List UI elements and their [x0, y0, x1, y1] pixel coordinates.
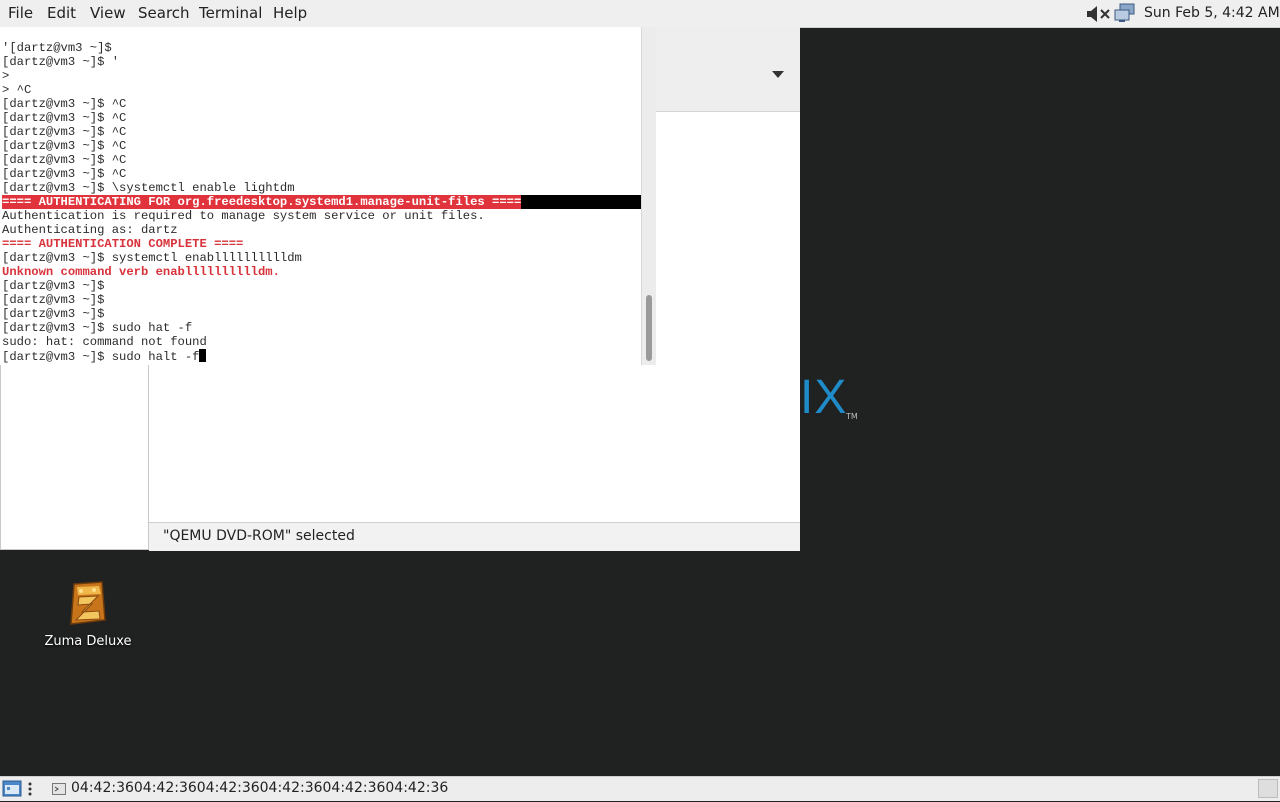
terminal-line: [dartz@vm3 ~]$ ^C	[2, 125, 127, 139]
terminal-cursor	[199, 349, 207, 362]
terminal-scrollbar[interactable]	[641, 27, 656, 365]
terminal-output[interactable]: '[dartz@vm3 ~]$ [dartz@vm3 ~]$ ' > > ^C [dar…	[2, 41, 642, 364]
taskbar-item-label: 04:42:3604:42:3604:42:3604:42:3604:42:36…	[71, 780, 449, 796]
zuma-deluxe-icon	[68, 580, 108, 628]
terminal-line: [dartz@vm3 ~]$ systemctl enablllllllllld…	[2, 251, 302, 265]
menu-search[interactable]: Search	[138, 4, 190, 22]
terminal-line: [dartz@vm3 ~]$	[2, 307, 105, 321]
scrollbar-thumb[interactable]	[646, 295, 652, 361]
terminal-line: [dartz@vm3 ~]$ ^C	[2, 167, 127, 181]
terminal-line: ==== AUTHENTICATING FOR org.freedesktop.…	[2, 195, 642, 209]
terminal-line: [dartz@vm3 ~]$ ^C	[2, 111, 127, 125]
terminal-line: [dartz@vm3 ~]$ ^C	[2, 153, 127, 167]
menu-edit[interactable]: Edit	[47, 4, 76, 22]
system-tray: Sun Feb 5, 4:42 AM	[1080, 0, 1280, 27]
clock[interactable]: Sun Feb 5, 4:42 AM	[1144, 5, 1280, 21]
terminal-line: [dartz@vm3 ~]$ \systemctl enable lightdm	[2, 181, 295, 195]
terminal-line: Authentication is required to manage sys…	[2, 209, 485, 223]
terminal-line-text: [dartz@vm3 ~]$ sudo halt -f	[2, 350, 200, 364]
file-manager-toolbar	[656, 27, 800, 112]
terminal-line: Unknown command verb enablllllllllldm.	[2, 265, 280, 279]
terminal-line: sudo: hat: command not found	[2, 335, 207, 349]
terminal-window[interactable]: '[dartz@vm3 ~]$ [dartz@vm3 ~]$ ' > > ^C [dar…	[0, 27, 656, 365]
show-desktop-icon[interactable]	[2, 779, 22, 798]
wallpaper-trademark: TM	[846, 412, 858, 421]
speaker-muted-icon[interactable]	[1086, 5, 1112, 27]
file-manager-statusbar: "QEMU DVD-ROM" selected	[149, 522, 800, 551]
file-manager-sidebar[interactable]	[0, 365, 149, 550]
terminal-line: >	[2, 69, 10, 83]
terminal-line: ==== AUTHENTICATION COMPLETE ====	[2, 237, 244, 251]
terminal-line: Authenticating as: dartz	[2, 223, 178, 237]
terminal-line: > ^C	[2, 83, 32, 97]
terminal-line: [dartz@vm3 ~]$ '	[2, 55, 120, 69]
status-text: "QEMU DVD-ROM" selected	[163, 528, 355, 544]
terminal-line: [dartz@vm3 ~]$ sudo halt -f	[2, 349, 642, 364]
top-menu-bar: File Edit View Search Terminal Help Sun …	[0, 0, 1280, 28]
bottom-panel: 04:42:3604:42:3604:42:3604:42:3604:42:36…	[0, 776, 1280, 801]
terminal-line: [dartz@vm3 ~]$ ^C	[2, 97, 127, 111]
terminal-line: [dartz@vm3 ~]$ sudo hat -f	[2, 321, 193, 335]
terminal-task-icon	[52, 783, 66, 799]
network-icon[interactable]	[1114, 3, 1136, 27]
terminal-line: [dartz@vm3 ~]$ ^C	[2, 139, 127, 153]
auth-highlight-text: ==== AUTHENTICATING FOR org.freedesktop.…	[2, 195, 522, 209]
menu-file[interactable]: File	[8, 4, 33, 22]
menu-terminal[interactable]: Terminal	[199, 4, 262, 22]
terminal-line: '[dartz@vm3 ~]$	[2, 41, 112, 55]
panel-grip-handle[interactable]	[28, 781, 32, 797]
sidebar-divider	[148, 365, 149, 522]
terminal-line: [dartz@vm3 ~]$	[2, 279, 105, 293]
desktop-icon-zuma-deluxe[interactable]: Zuma Deluxe	[40, 580, 136, 649]
wallpaper-brand-text: IX	[800, 371, 848, 424]
menu-help[interactable]: Help	[273, 4, 307, 22]
workspace-switcher[interactable]	[1258, 779, 1278, 798]
desktop-icon-label: Zuma Deluxe	[44, 634, 132, 649]
menu-view[interactable]: View	[90, 4, 126, 22]
terminal-line: [dartz@vm3 ~]$	[2, 293, 105, 307]
chevron-down-icon[interactable]	[772, 71, 784, 78]
